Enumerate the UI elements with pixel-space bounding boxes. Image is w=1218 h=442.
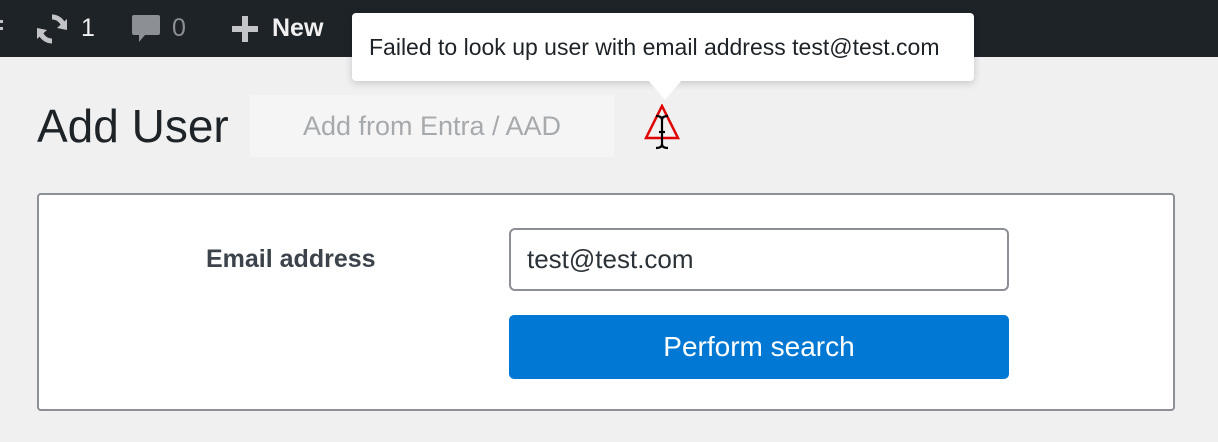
admin-bar-comments[interactable]: 0: [131, 0, 186, 57]
comments-count: 0: [172, 14, 186, 42]
page-title: Add User: [37, 100, 229, 152]
admin-bar-new[interactable]: New: [231, 0, 323, 57]
comments-icon: [132, 14, 160, 42]
tooltip-message: Failed to look up user with email addres…: [369, 33, 940, 60]
warning-icon: [644, 104, 680, 150]
updates-count: 1: [81, 14, 95, 42]
tooltip-arrow: [648, 80, 682, 100]
plus-icon: [232, 15, 258, 42]
email-label: Email address: [206, 245, 376, 273]
text-cursor-icon: [655, 114, 669, 150]
new-label: New: [272, 14, 324, 42]
email-input[interactable]: [509, 228, 1009, 291]
admin-bar-edge-dots: [0, 20, 4, 34]
admin-bar-updates[interactable]: 1: [34, 0, 95, 57]
updates-icon: [37, 13, 67, 44]
add-from-entra-button[interactable]: Add from Entra / AAD: [250, 95, 614, 157]
perform-search-button[interactable]: Perform search: [509, 315, 1009, 379]
search-form-panel: Email address Perform search: [37, 193, 1175, 411]
error-tooltip: Failed to look up user with email addres…: [352, 13, 974, 81]
